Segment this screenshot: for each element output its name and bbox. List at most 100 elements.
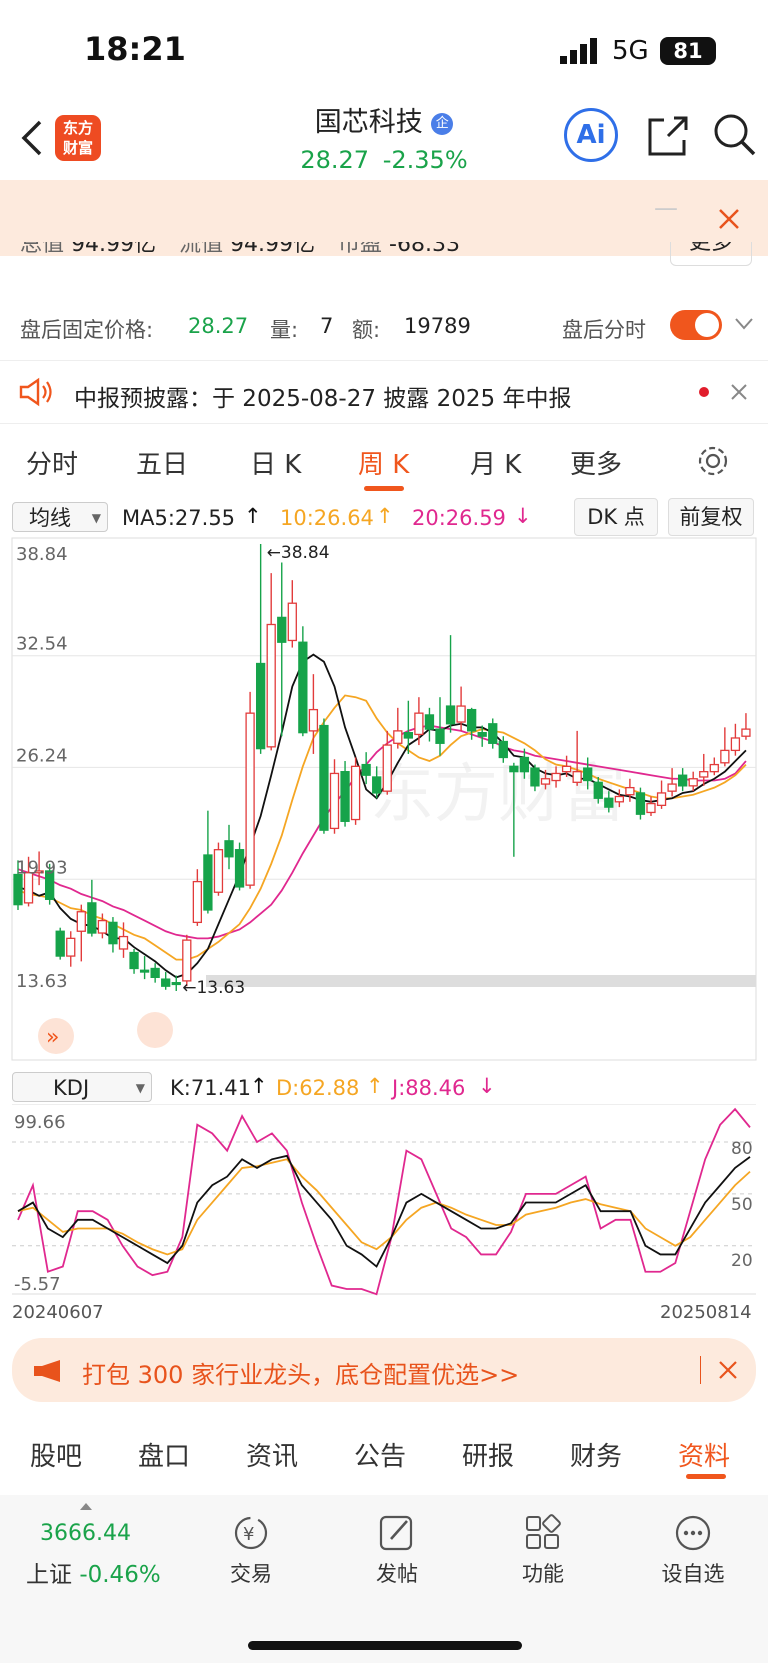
kdj-d-label: D:62.88 <box>276 1076 360 1100</box>
candle-body <box>635 792 646 815</box>
indicator-select[interactable]: 均线 ▼ <box>12 502 108 532</box>
tab-forum[interactable]: 股吧 <box>30 1436 82 1473</box>
megaphone-icon <box>34 1360 60 1382</box>
float-cap-label: 流值 <box>179 242 224 257</box>
total-cap-value: 94.99亿 <box>71 242 156 257</box>
price-tick-label: 13.63 <box>16 971 68 992</box>
candle-body <box>530 767 540 787</box>
tab-five-day[interactable]: 五日 <box>136 444 188 481</box>
candle-body <box>678 774 688 787</box>
extreme-labels: ←38.84 ←13.63 <box>182 543 329 998</box>
candle <box>203 810 213 914</box>
after-hours-volume-label: 量: <box>270 318 299 342</box>
edit-icon <box>379 1515 413 1551</box>
kdj-level-20: 20 <box>731 1251 753 1271</box>
watchlist-button[interactable]: 设自选 <box>638 1513 748 1588</box>
kdj-select-label: KDJ <box>53 1076 90 1100</box>
candle-body <box>393 730 403 744</box>
pe-value: -68.33 <box>389 242 460 257</box>
tab-monthly-k[interactable]: 月 K <box>470 444 521 481</box>
tab-financials[interactable]: 财务 <box>570 1436 622 1473</box>
candle-body <box>424 714 435 730</box>
chevron-down-icon[interactable] <box>734 316 754 332</box>
candle <box>277 562 287 737</box>
trade-icon: ¥ <box>234 1516 268 1550</box>
price-tick-label: 26.24 <box>16 745 68 766</box>
tab-news[interactable]: 资讯 <box>246 1436 298 1473</box>
stock-price: 28.27 <box>300 146 370 174</box>
tab-weekly-k[interactable]: 周 K <box>358 444 409 481</box>
indicator-select-label: 均线 <box>29 506 71 530</box>
candle-body <box>97 919 108 934</box>
candle <box>224 824 234 870</box>
candle <box>350 757 361 825</box>
notice-close-icon[interactable] <box>730 383 748 401</box>
candle <box>720 727 730 767</box>
promo-close-icon[interactable] <box>718 1360 738 1380</box>
candle-body <box>161 978 171 987</box>
candle-body <box>509 765 519 773</box>
candle-body <box>583 767 593 782</box>
index-expand-icon[interactable] <box>80 1503 92 1510</box>
tab-announcements[interactable]: 公告 <box>354 1436 406 1473</box>
candlestick-chart[interactable]: 东方财富 38.8432.5426.2419.9313.63 ←38.84←13… <box>0 536 768 1064</box>
candle-body <box>203 854 213 911</box>
candle <box>139 956 150 980</box>
candle-body <box>540 778 551 785</box>
candle-body <box>625 786 635 796</box>
candle <box>287 580 297 648</box>
adjust-button[interactable]: 前复权 <box>668 498 754 536</box>
ma10-label: 10:26.64 <box>280 506 374 530</box>
index-value[interactable]: 3666.44 <box>40 1521 131 1546</box>
candle-body <box>656 792 667 807</box>
function-button[interactable]: 功能 <box>488 1513 598 1588</box>
kdj-select[interactable]: KDJ ▼ <box>12 1072 152 1102</box>
kdj-chart[interactable]: 99.66 -5.57 80 50 20 <box>0 1104 768 1304</box>
candle-body <box>277 616 287 643</box>
after-hours-amount: 19789 <box>404 314 471 338</box>
tab-more[interactable]: 更多 <box>570 444 622 481</box>
candle-body <box>55 930 65 957</box>
candle-body <box>13 873 23 906</box>
candle-body <box>435 728 445 744</box>
date-start: 20240607 <box>12 1302 104 1323</box>
candle-body <box>699 771 709 778</box>
post-button[interactable]: 发帖 <box>342 1513 452 1588</box>
candle <box>55 927 65 960</box>
total-cap-label: 总值 <box>20 242 65 257</box>
tab-research[interactable]: 研报 <box>462 1436 514 1473</box>
tab-daily-k[interactable]: 日 K <box>250 444 301 481</box>
index-name[interactable]: 上证 -0.46% <box>26 1555 161 1589</box>
more-button[interactable]: 更多 <box>670 242 752 266</box>
ai-button[interactable]: Ai <box>564 108 618 162</box>
candle-body <box>255 662 266 750</box>
index-name-text: 上证 <box>26 1562 72 1588</box>
candle-body <box>488 723 498 744</box>
candle-body <box>308 708 319 732</box>
function-label: 功能 <box>522 1562 564 1586</box>
tab-order-book[interactable]: 盘口 <box>138 1436 190 1473</box>
candle-body <box>572 771 582 783</box>
candle-body <box>403 732 414 739</box>
trade-button[interactable]: ¥ 交易 <box>196 1513 306 1588</box>
kdj-level-80: 80 <box>731 1139 753 1159</box>
kdj-k-line <box>17 1154 751 1268</box>
share-icon[interactable] <box>646 114 690 158</box>
candle <box>171 975 181 991</box>
tab-timeshare[interactable]: 分时 <box>26 444 78 481</box>
high-label: ←38.84 <box>267 543 330 563</box>
settings-icon[interactable] <box>696 444 730 478</box>
after-hours-price: 28.27 <box>188 314 249 338</box>
enterprise-badge: 企 <box>431 112 454 135</box>
notice-bar[interactable]: 中报预披露：于 2025-08-27 披露 2025 年中报 <box>0 360 768 424</box>
price-tick-label: 38.84 <box>16 544 68 565</box>
after-hours-toggle[interactable] <box>670 310 722 340</box>
tab-profile[interactable]: 资料 <box>678 1436 730 1473</box>
after-hours-amount-label: 额: <box>352 318 381 342</box>
promo-banner[interactable]: 打包 300 家行业龙头，底仓配置优选>> <box>12 1338 756 1402</box>
dk-point-button[interactable]: DK 点 <box>574 498 658 536</box>
candle-body <box>709 763 719 773</box>
candle <box>340 761 350 827</box>
search-icon[interactable] <box>712 112 758 158</box>
banner-close-icon[interactable] <box>718 208 740 230</box>
